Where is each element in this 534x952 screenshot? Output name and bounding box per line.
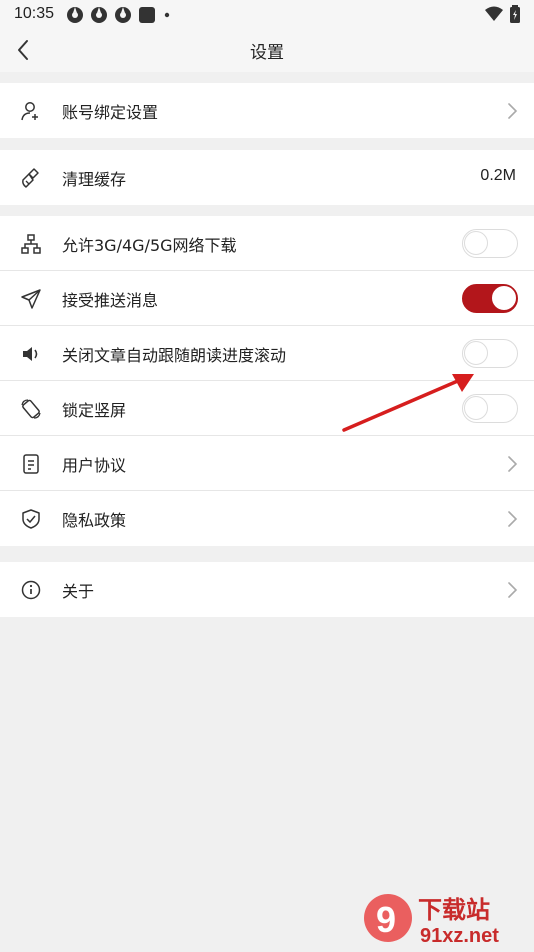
toggle-knob [464,231,488,255]
document-icon [23,454,39,474]
row-label: 关于 [62,582,95,601]
row-clear-cache[interactable]: 清理缓存 0.2M [0,150,534,205]
chevron-right-icon [508,511,518,527]
chevron-right-icon [508,582,518,598]
row-label: 清理缓存 [62,170,127,189]
settings-group-account: 账号绑定设置 [0,83,534,138]
battery-icon [510,5,520,23]
app-notification-icon [67,7,83,23]
top-nav-bar: 设置 [0,28,534,72]
app-notification-icon [115,7,131,23]
chevron-right-icon [508,456,518,472]
page-title: 设置 [250,43,284,63]
more-dot-icon [164,12,170,18]
row-label: 接受推送消息 [62,291,159,310]
push-messages-toggle[interactable] [462,284,518,313]
row-label: 用户协议 [62,456,127,475]
square-notification-icon [139,7,155,23]
watermark-logo: 9 下载站 91xz.net [364,894,499,947]
network-tree-icon [21,234,41,254]
settings-group-about: 关于 [0,562,534,617]
chevron-right-icon [508,103,518,119]
user-link-icon [21,102,38,121]
row-label: 账号绑定设置 [62,103,159,122]
notification-icons [66,6,172,24]
row-label: 隐私政策 [62,511,127,530]
row-about[interactable]: 关于 [0,562,534,617]
reading-scroll-toggle[interactable] [462,339,518,368]
row-account-binding[interactable]: 账号绑定设置 [0,83,534,138]
row-label: 锁定竖屏 [62,401,127,420]
wifi-icon [485,6,503,21]
app-notification-icon [91,7,107,23]
svg-text:下载站: 下载站 [418,896,490,924]
settings-group-cache: 清理缓存 0.2M [0,150,534,205]
info-icon [21,580,41,600]
status-bar: 10:35 [0,0,534,28]
speaker-icon [23,347,38,361]
toggle-knob [464,341,488,365]
broom-icon [22,168,39,188]
network-download-toggle[interactable] [462,229,518,258]
annotation-arrow [342,374,474,432]
svg-text:91xz.net: 91xz.net [420,925,499,947]
svg-text:9: 9 [376,899,396,940]
row-label: 关闭文章自动跟随朗读进度滚动 [62,346,287,365]
row-push-messages: 接受推送消息 [0,271,534,326]
screen-rotate-icon [21,399,41,419]
row-label: 允许3G/4G/5G网络下载 [62,236,237,255]
toggle-knob [492,286,516,310]
status-right [484,5,520,23]
watermark: 9 下载站 91xz.net [360,890,530,948]
paper-plane-icon [21,289,41,309]
status-time: 10:35 [14,5,55,22]
row-user-agreement[interactable]: 用户协议 [0,436,534,491]
cache-size-value: 0.2M [480,167,516,184]
shield-check-icon [22,509,40,529]
row-privacy-policy[interactable]: 隐私政策 [0,491,534,546]
row-network-download: 允许3G/4G/5G网络下载 [0,216,534,271]
